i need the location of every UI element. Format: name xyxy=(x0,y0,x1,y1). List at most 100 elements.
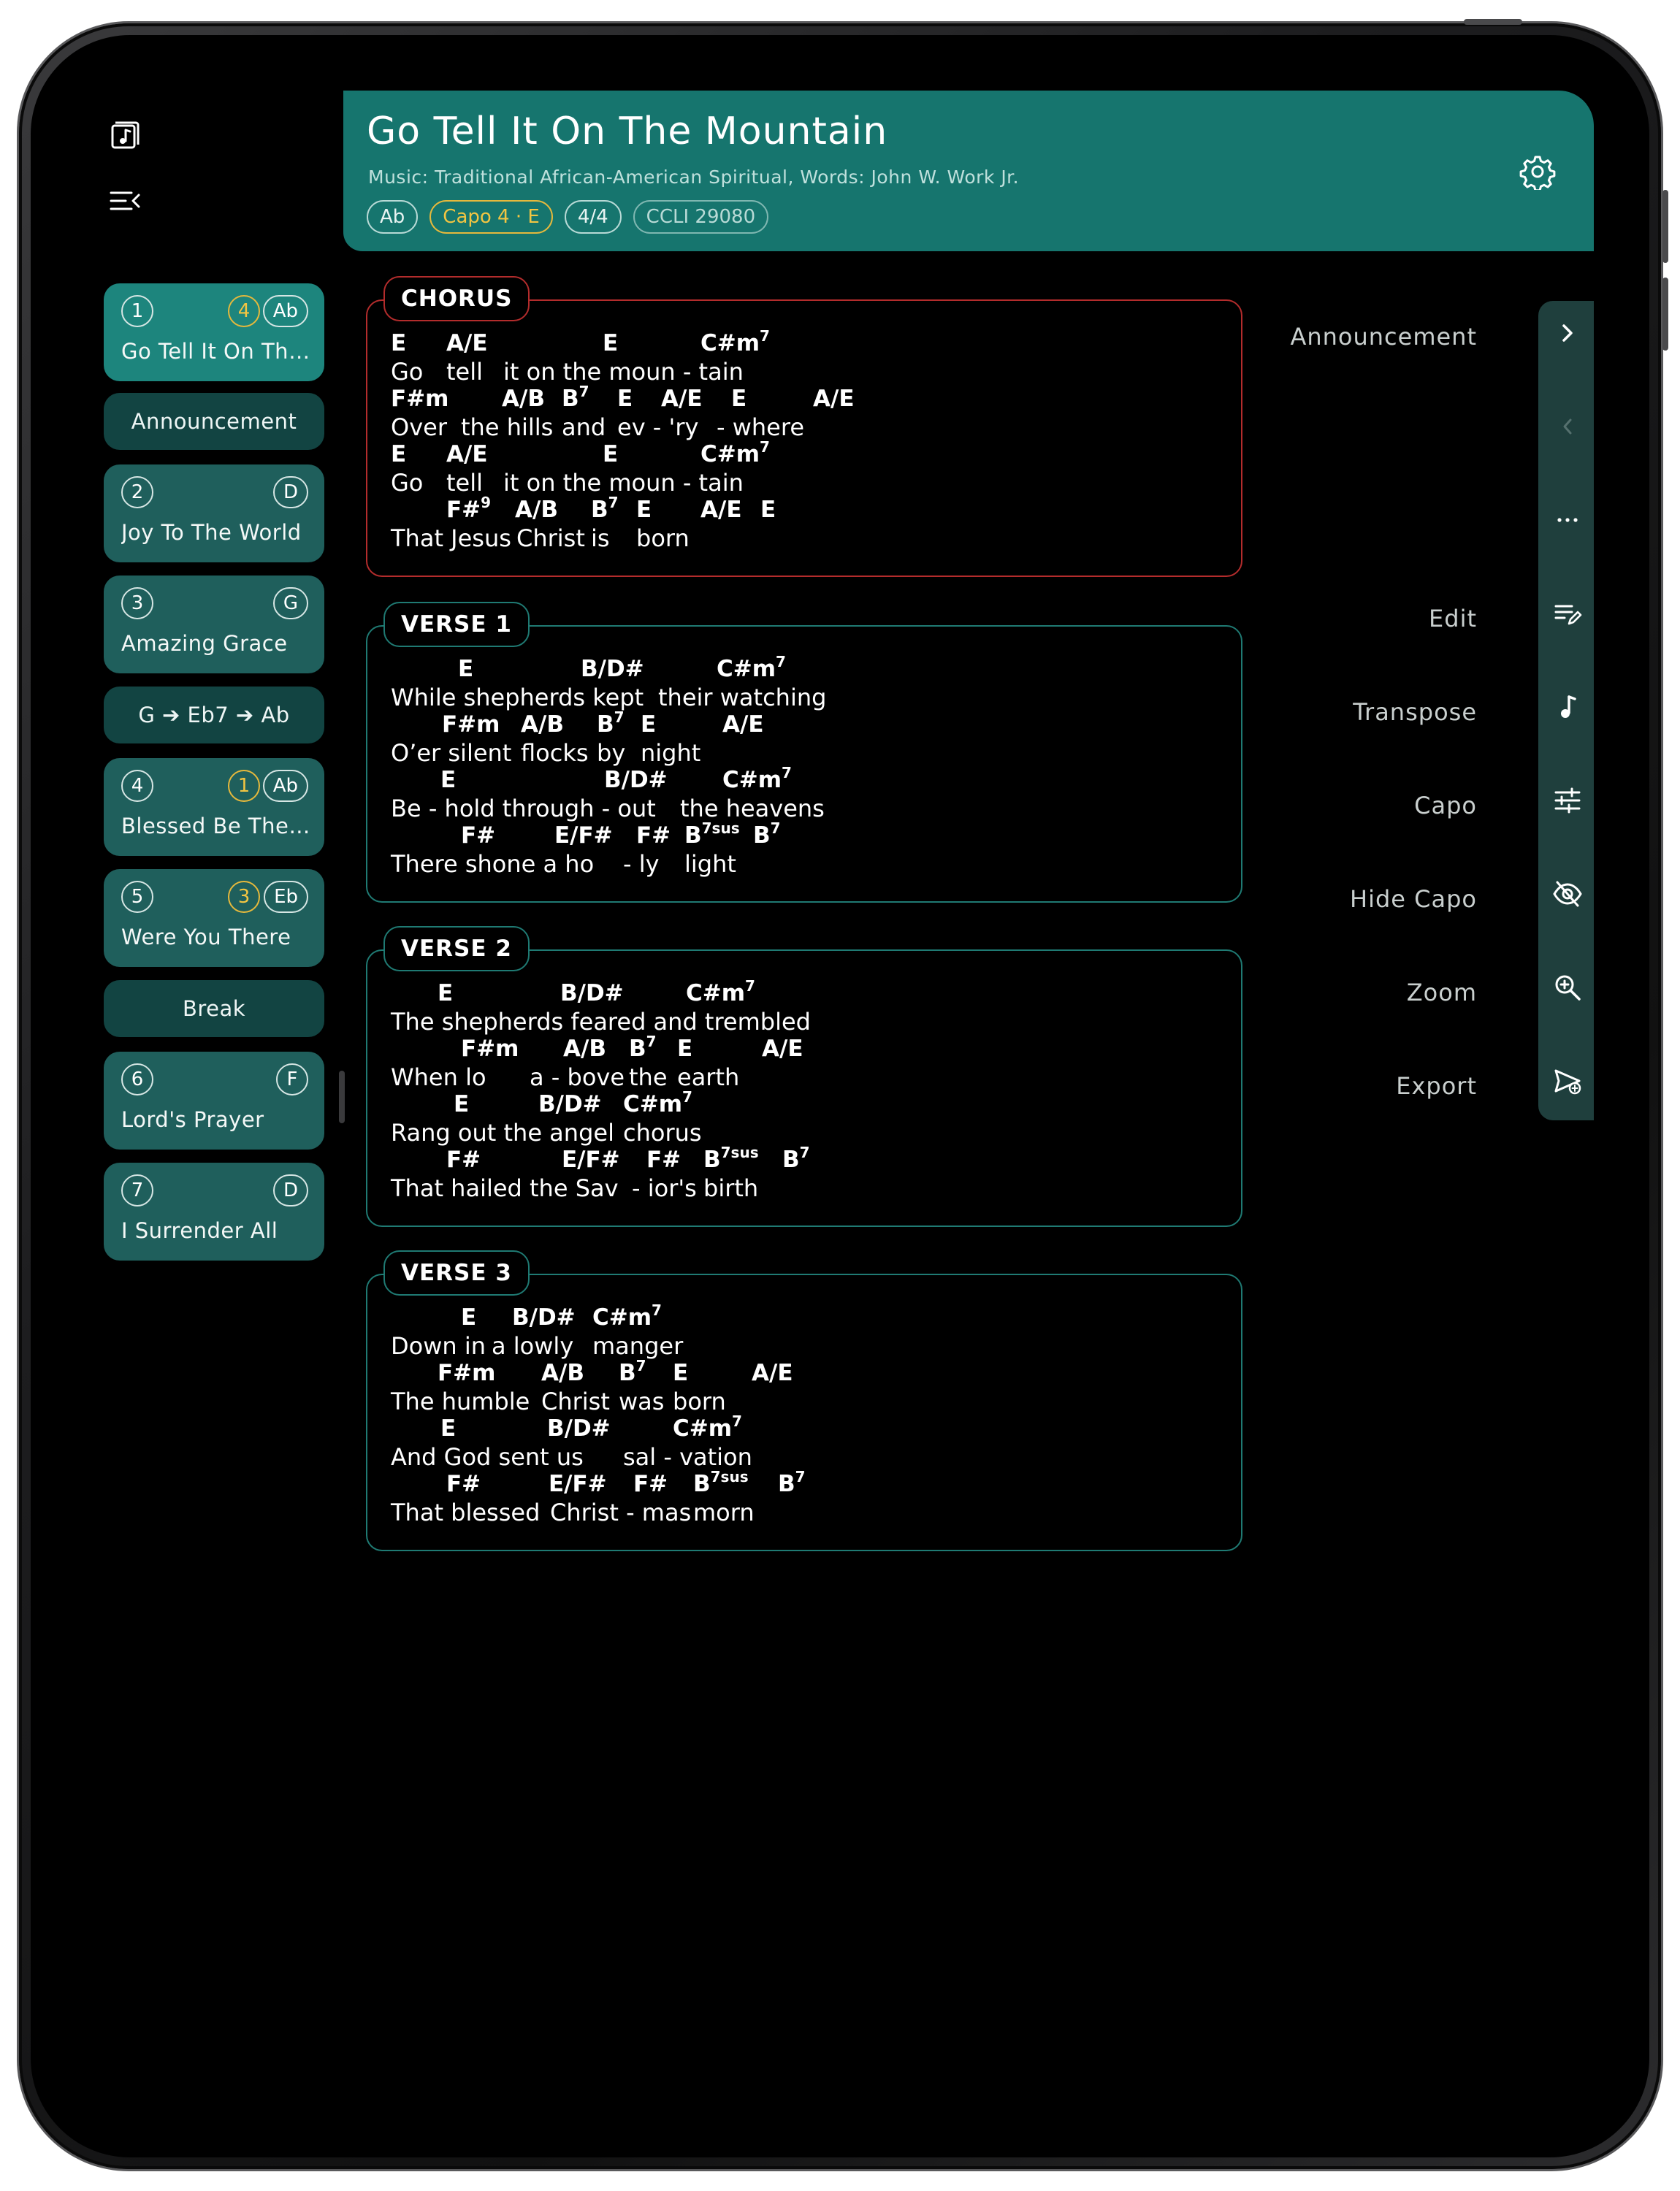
chord: F#m xyxy=(442,711,500,738)
chord-root: F# xyxy=(446,1147,481,1173)
chord-root: B/D# xyxy=(547,1415,611,1442)
collapse-sidebar-icon[interactable] xyxy=(108,184,142,218)
chord-extension: 7 xyxy=(608,494,619,511)
chevron-right-icon[interactable] xyxy=(1551,317,1584,349)
chord: C#m7 xyxy=(700,327,770,356)
eye-off-icon[interactable] xyxy=(1551,878,1584,910)
ccli-badge: CCLI 29080 xyxy=(633,200,769,234)
transpose-label[interactable]: Transpose xyxy=(1353,698,1477,726)
setlist-item-announcement[interactable]: Announcement xyxy=(104,393,324,450)
lyric-fragment: light xyxy=(684,850,736,878)
chord: B/D# xyxy=(560,980,624,1006)
chord: F# xyxy=(633,1471,668,1497)
song-title: Blessed Be The Name xyxy=(121,814,313,838)
chord: B7sus xyxy=(684,819,740,849)
chord: E xyxy=(677,1036,692,1062)
lyric-fragment: their watching xyxy=(658,684,827,711)
lyric-fragment: a lowly xyxy=(492,1332,574,1360)
song-number: 7 xyxy=(121,1174,153,1207)
chord: E xyxy=(617,386,633,412)
section-label[interactable]: VERSE 2 xyxy=(383,926,530,971)
sliders-icon[interactable] xyxy=(1551,784,1584,817)
section-label[interactable]: VERSE 3 xyxy=(383,1250,530,1296)
music-note-icon[interactable] xyxy=(1551,691,1584,723)
song-number: 1 xyxy=(121,295,153,327)
section-label[interactable]: CHORUS xyxy=(383,276,530,321)
chord-root: F#m xyxy=(442,711,500,738)
key-badge: Eb xyxy=(264,881,308,913)
chord-root: F#m xyxy=(391,386,449,412)
export-icon[interactable] xyxy=(1551,1065,1584,1097)
capo-badge: 4 xyxy=(228,295,260,327)
chord-root: A/E xyxy=(813,386,855,412)
chord: E xyxy=(458,656,473,682)
edit-icon[interactable] xyxy=(1551,597,1584,630)
chord-root: A/E xyxy=(661,386,703,412)
setlist-item-joy-to-the-world[interactable]: 2 D Joy To The World xyxy=(104,464,324,562)
setlist-item-blessed-be-the-name[interactable]: 4 1 Ab Blessed Be The Name xyxy=(104,758,324,856)
capo-badge: 3 xyxy=(228,881,260,913)
chord-extension: 7sus xyxy=(720,1144,759,1161)
chord: E xyxy=(603,330,618,356)
chord: B/D# xyxy=(512,1304,576,1331)
chord: E xyxy=(440,1415,456,1442)
capo-label[interactable]: Capo xyxy=(1414,792,1477,819)
chord: B7 xyxy=(597,708,625,738)
chevron-left-icon[interactable] xyxy=(1551,410,1584,443)
export-label[interactable]: Export xyxy=(1396,1072,1477,1100)
chord-root: B/D# xyxy=(581,656,644,682)
zoom-in-icon[interactable] xyxy=(1551,971,1584,1003)
chord-root: B/D# xyxy=(538,1091,602,1117)
setlist-item-lords-prayer[interactable]: 6 F Lord's Prayer xyxy=(104,1052,324,1150)
chord: F#m xyxy=(461,1036,519,1062)
key-badge: Ab xyxy=(262,770,308,802)
setlist-item-amazing-grace[interactable]: 3 G Amazing Grace xyxy=(104,576,324,673)
chord-root: E xyxy=(391,441,407,467)
setlist-item-were-you-there[interactable]: 5 3 Eb Were You There xyxy=(104,869,324,967)
chord-root: E xyxy=(636,497,652,523)
chord-root: A/B xyxy=(541,1360,584,1386)
chord: F#9 xyxy=(446,494,492,523)
setlist-item-modulation[interactable]: G ➔ Eb7 ➔ Ab xyxy=(104,687,324,743)
edit-label[interactable]: Edit xyxy=(1429,605,1477,632)
key-badge: D xyxy=(272,1174,308,1207)
lyric-fragment: the xyxy=(629,1063,668,1091)
chord: A/E xyxy=(446,441,488,467)
chord-extension: 7sus xyxy=(710,1468,749,1485)
setlist-item-break[interactable]: Break xyxy=(104,980,324,1037)
chord-root: A/E xyxy=(762,1036,803,1062)
chord: B/D# xyxy=(581,656,644,682)
key-badge: F xyxy=(276,1063,308,1096)
lyric-fragment: is xyxy=(591,524,610,552)
chord: E xyxy=(731,386,747,412)
key-badge: Ab xyxy=(367,200,419,234)
chord: E xyxy=(603,441,618,467)
chord: C#m7 xyxy=(673,1412,742,1442)
chord: A/E xyxy=(661,386,703,412)
chord: F#m xyxy=(391,386,448,412)
chord-extension: 9 xyxy=(481,494,492,511)
more-icon[interactable] xyxy=(1551,504,1584,536)
song-credits: Music: Traditional African-American Spir… xyxy=(368,167,1020,188)
chord: C#m7 xyxy=(623,1088,692,1117)
section-label[interactable]: VERSE 1 xyxy=(383,602,530,647)
chord-root: B xyxy=(597,711,614,738)
chord-root: B xyxy=(684,822,702,849)
lyric-fragment: The shepherds feared and trembled xyxy=(391,1008,811,1036)
settings-icon[interactable] xyxy=(1519,153,1556,190)
chord: B/D# xyxy=(538,1091,602,1117)
chord-root: C#m xyxy=(623,1091,683,1117)
chord-root: E xyxy=(603,330,619,356)
sidebar-resize-handle[interactable] xyxy=(339,1071,345,1123)
setlist-item-i-surrender-all[interactable]: 7 D I Surrender All xyxy=(104,1163,324,1261)
song-library-icon[interactable] xyxy=(108,118,142,152)
chord: F# xyxy=(461,822,495,849)
page-title: Go Tell It On The Mountain xyxy=(367,110,888,153)
chord-root: B/D# xyxy=(512,1304,576,1331)
song-number: 4 xyxy=(121,770,153,802)
hide-capo-label[interactable]: Hide Capo xyxy=(1350,885,1477,913)
setlist-item-go-tell-it[interactable]: 1 4 Ab Go Tell It On The Mountain xyxy=(104,283,324,381)
lyric-fragment: the hills xyxy=(461,413,554,441)
zoom-label[interactable]: Zoom xyxy=(1407,979,1477,1006)
announcement-label[interactable]: Announcement xyxy=(1290,323,1477,351)
